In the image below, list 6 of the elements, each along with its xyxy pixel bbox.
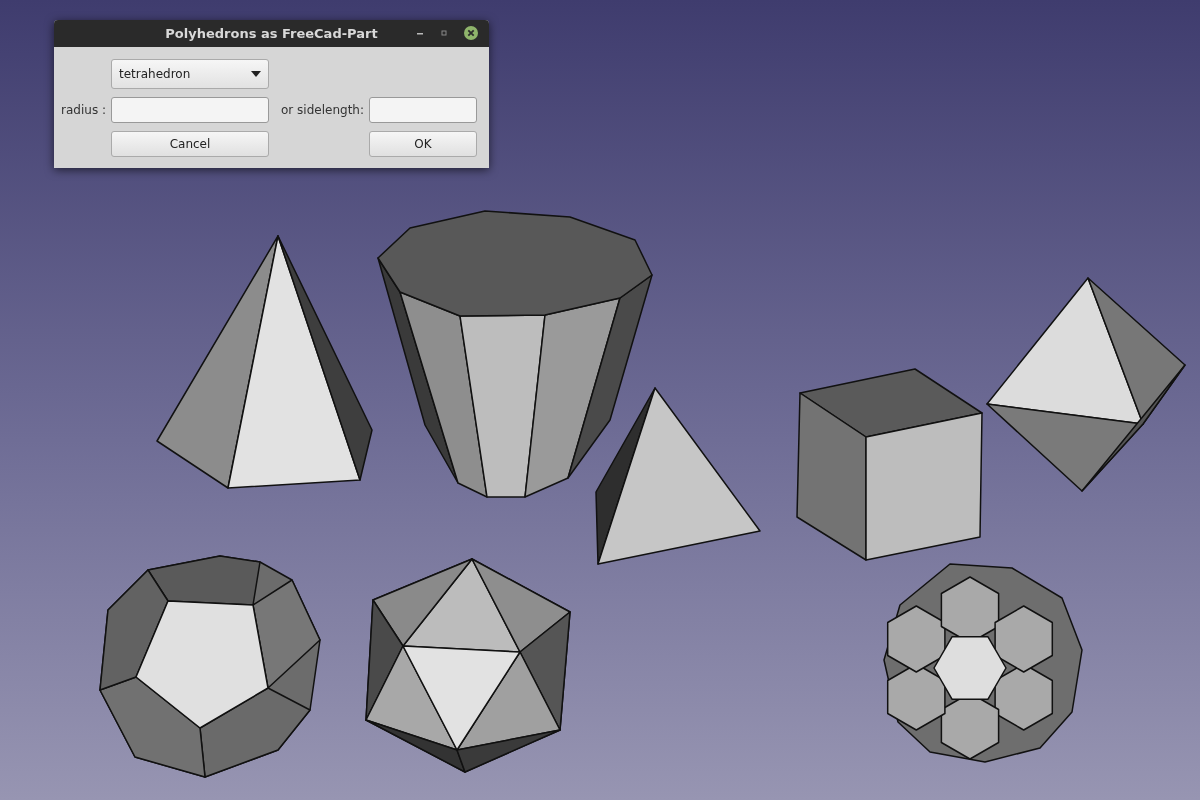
sidelength-label: or sidelength: [280,103,364,117]
shape-dropdown[interactable]: tetrahedron [111,59,269,89]
radius-label: radius : [60,103,106,117]
cancel-button[interactable]: Cancel [111,131,269,157]
window-title: Polyhedrons as FreeCad-Part [165,26,378,41]
ok-button[interactable]: OK [369,131,477,157]
